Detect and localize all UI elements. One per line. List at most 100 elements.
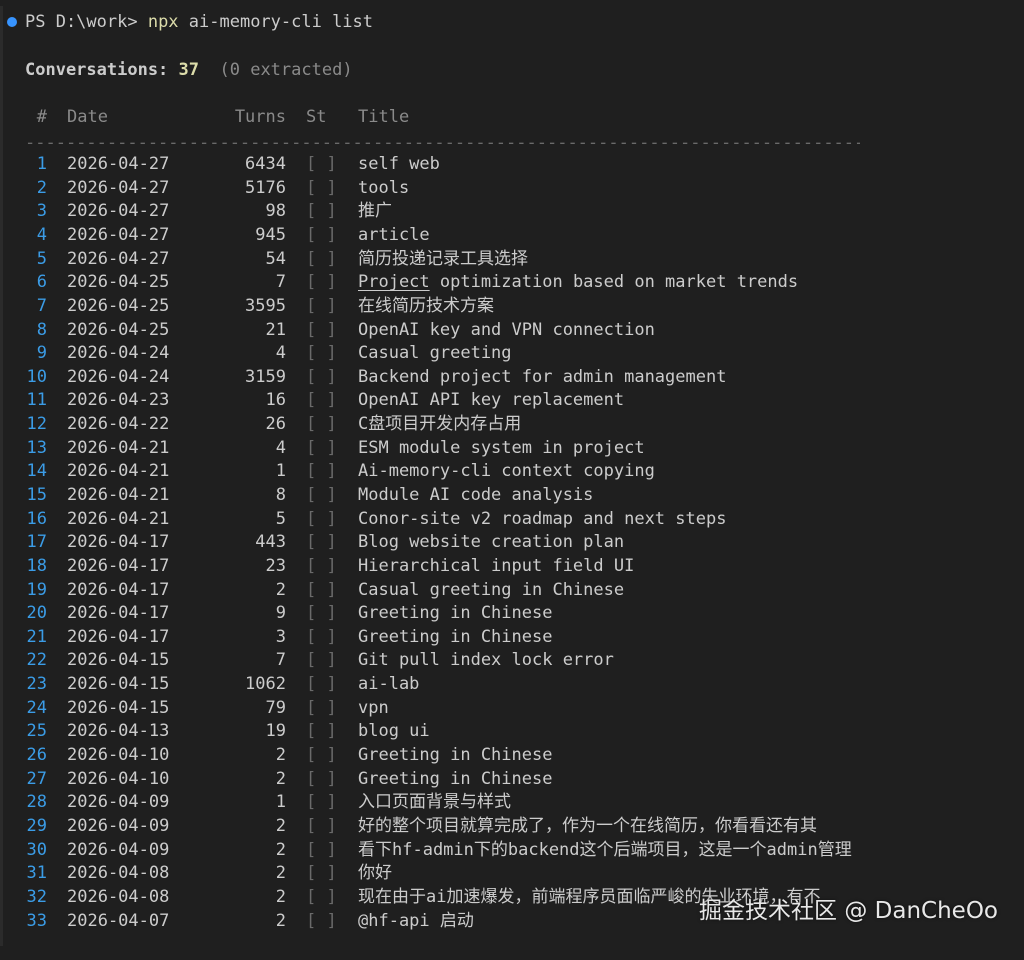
row-date: 2026-04-21 — [67, 437, 170, 458]
row-title-text: tools — [358, 177, 410, 198]
row-number: 28 — [26, 792, 47, 813]
row-title-text: Hierarchical input field UI — [358, 555, 635, 576]
row-date: 2026-04-23 — [67, 390, 170, 411]
row-turns: 443 — [255, 532, 286, 553]
row-number: 17 — [26, 532, 47, 553]
table-row: 26 2026-04-10 2 [ ] Greeting in Chinese — [25, 744, 852, 768]
row-date: 2026-04-13 — [67, 721, 170, 742]
row-date: 2026-04-09 — [67, 839, 170, 860]
row-turns: 1062 — [245, 674, 286, 695]
row-date: 2026-04-25 — [67, 295, 170, 316]
row-number: 3 — [36, 201, 47, 222]
column-header-num: # — [36, 107, 47, 127]
prompt-path: PS D:\work> — [25, 12, 148, 32]
row-number: 30 — [26, 839, 47, 860]
row-date: 2026-04-15 — [67, 650, 170, 671]
row-number: 18 — [26, 555, 47, 576]
row-number: 12 — [26, 414, 47, 435]
row-title: Greeting in Chinese — [358, 602, 552, 626]
table-row: 15 2026-04-21 8 [ ] Module AI code analysis — [25, 484, 852, 508]
terminal-gutter — [0, 6, 3, 946]
row-title: Project optimization based on market tre… — [358, 271, 798, 295]
table-row: 6 2026-04-25 7 [ ] Project optimization base… — [25, 271, 852, 295]
row-number: 15 — [26, 484, 47, 505]
table-row: 10 2026-04-24 3159 [ ] Backend project for a… — [25, 366, 852, 390]
table-row: 28 2026-04-09 1 [ ] 入口页面背景与样式 — [25, 791, 852, 815]
row-title-text: 你好 — [358, 863, 392, 884]
row-turns: 4 — [275, 343, 286, 364]
row-turns: 5 — [275, 508, 286, 529]
conversation-list: 1 2026-04-27 6434[ ] self web 2 2026-04-27 517… — [25, 153, 852, 933]
row-turns: 6434 — [245, 154, 286, 175]
row-title-text: C盘项目开发内存占用 — [358, 414, 522, 435]
row-status: [ ] — [306, 272, 337, 293]
row-date: 2026-04-27 — [67, 224, 170, 245]
row-title-text: OpenAI API key replacement — [358, 390, 625, 411]
row-turns: 26 — [265, 414, 286, 435]
row-title-text: Casual greeting — [358, 343, 512, 364]
row-status: [ ] — [306, 768, 337, 789]
row-title: Greeting in Chinese — [358, 744, 552, 768]
table-header: # Date Turns St Title — [25, 106, 409, 130]
row-turns: 8 — [275, 484, 286, 505]
table-row: 9 2026-04-24 4 [ ] Casual greeting — [25, 342, 852, 366]
row-date: 2026-04-15 — [67, 674, 170, 695]
summary-count: 37 — [178, 60, 200, 80]
row-date: 2026-04-25 — [67, 319, 170, 340]
row-date: 2026-04-21 — [67, 484, 170, 505]
row-date: 2026-04-08 — [67, 863, 170, 884]
command-status-dot-icon[interactable] — [7, 17, 17, 27]
table-row: 24 2026-04-15 79 [ ] vpn — [25, 697, 852, 721]
table-row: 7 2026-04-25 3595 [ ] 在线简历技术方案 — [25, 295, 852, 319]
row-date: 2026-04-09 — [67, 815, 170, 836]
summary-line: Conversations: 37 (0 extracted) — [25, 59, 353, 83]
row-turns: 945 — [255, 224, 286, 245]
row-number: 31 — [26, 863, 47, 884]
row-number: 4 — [36, 224, 47, 245]
row-number: 2 — [36, 177, 47, 198]
row-title-link[interactable]: Project — [358, 272, 430, 292]
row-number: 6 — [36, 272, 47, 293]
table-row: 13 2026-04-21 4 [ ] ESM module system in pro… — [25, 437, 852, 461]
row-turns: 9 — [275, 603, 286, 624]
row-number: 26 — [26, 745, 47, 766]
column-header-turns: Turns — [234, 107, 286, 127]
row-date: 2026-04-10 — [67, 745, 170, 766]
row-turns: 23 — [265, 555, 286, 576]
row-turns: 4 — [275, 437, 286, 458]
row-status: [ ] — [306, 745, 337, 766]
row-title: blog ui — [358, 720, 430, 744]
row-title-text: blog ui — [358, 721, 430, 742]
row-turns: 54 — [265, 248, 286, 269]
row-number: 32 — [26, 886, 47, 907]
row-number: 8 — [36, 319, 47, 340]
table-row: 30 2026-04-09 2 [ ] 看下hf-admin下的backend这个后端项… — [25, 839, 852, 863]
row-status: [ ] — [306, 910, 337, 931]
row-status: [ ] — [306, 461, 337, 482]
row-turns: 2 — [275, 768, 286, 789]
table-row: 29 2026-04-09 2 [ ] 好的整个项目就算完成了，作为一个在线简历，你看看… — [25, 815, 852, 839]
row-title: Ai-memory-cli context copying — [358, 460, 655, 484]
row-title-text: Conor-site v2 roadmap and next steps — [358, 508, 727, 529]
row-title-text: @hf-api 启动 — [358, 910, 474, 931]
command-args: ai-memory-cli list — [178, 12, 374, 32]
row-date: 2026-04-10 — [67, 768, 170, 789]
row-status: [ ] — [306, 532, 337, 553]
row-title-text: Ai-memory-cli context copying — [358, 461, 655, 482]
row-number: 1 — [36, 154, 47, 175]
row-status: [ ] — [306, 154, 337, 175]
row-turns: 3159 — [245, 366, 286, 387]
row-title: 简历投递记录工具选择 — [358, 248, 528, 272]
row-title: C盘项目开发内存占用 — [358, 413, 521, 437]
row-date: 2026-04-21 — [67, 461, 170, 482]
row-number: 23 — [26, 674, 47, 695]
row-title-text: vpn — [358, 697, 389, 718]
row-date: 2026-04-25 — [67, 272, 170, 293]
table-row: 20 2026-04-17 9 [ ] Greeting in Chinese — [25, 602, 852, 626]
row-title: OpenAI key and VPN connection — [358, 319, 655, 343]
row-date: 2026-04-17 — [67, 555, 170, 576]
row-status: [ ] — [306, 792, 337, 813]
terminal-window[interactable]: PS D:\work> npx ai-memory-cli list Conve… — [0, 0, 1024, 960]
row-title: 推广 — [358, 200, 392, 224]
table-row: 12 2026-04-22 26 [ ] C盘项目开发内存占用 — [25, 413, 852, 437]
